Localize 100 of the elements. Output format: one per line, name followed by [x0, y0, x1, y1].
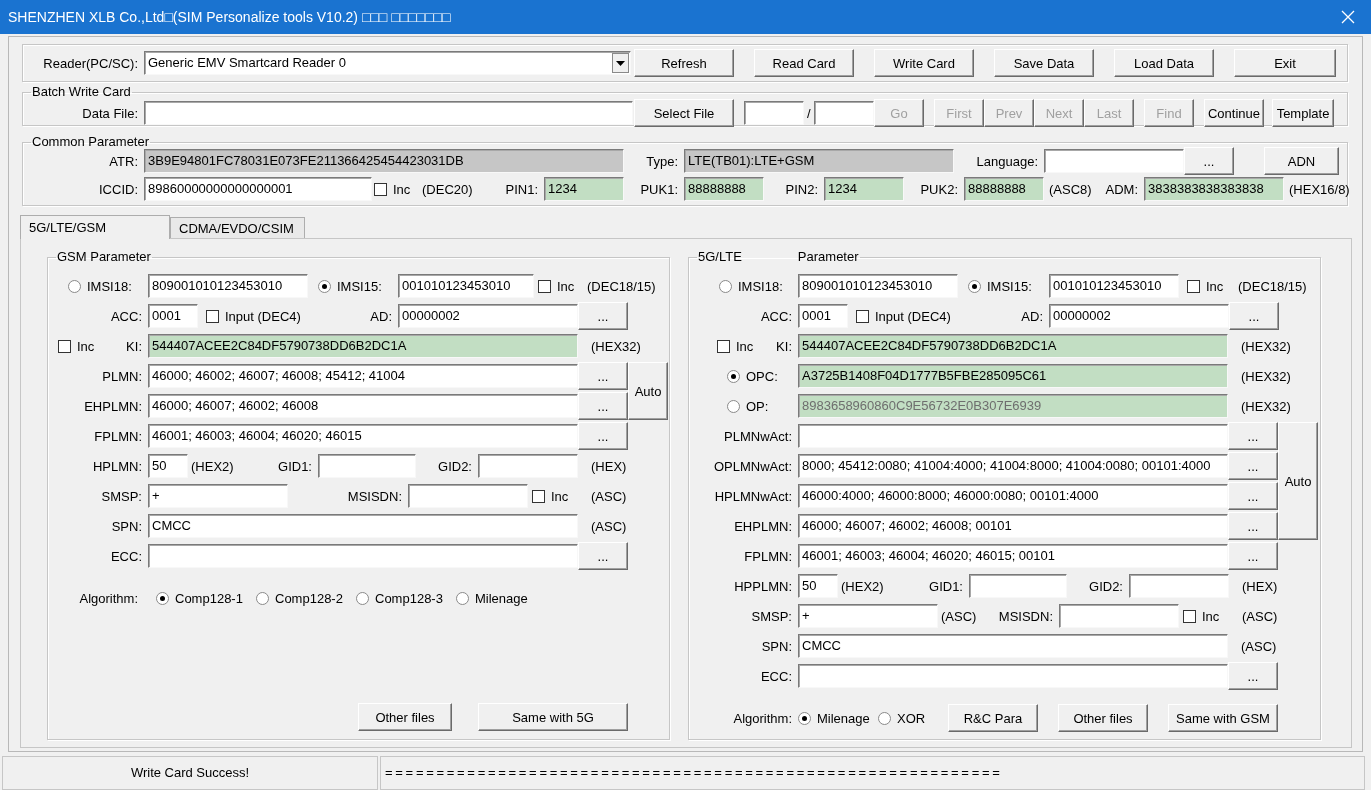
push-button[interactable]: ...: [1228, 482, 1278, 510]
caret-icon[interactable]: [612, 53, 629, 73]
radio-label[interactable]: OP:: [746, 398, 769, 414]
input-field[interactable]: LTE(TB01):LTE+GSM: [684, 149, 954, 173]
checkbox[interactable]: [206, 309, 219, 323]
input-field[interactable]: 88888888: [964, 177, 1044, 201]
input-field[interactable]: 3B9E94801FC78031E073FE211366425454423031DB: [144, 149, 624, 173]
push-button[interactable]: Auto: [1278, 422, 1318, 540]
radio-button[interactable]: [256, 591, 269, 605]
checkbox[interactable]: [717, 339, 730, 353]
checkbox[interactable]: [538, 279, 551, 293]
input-field[interactable]: 88888888: [684, 177, 764, 201]
checkbox[interactable]: [856, 309, 869, 323]
push-button[interactable]: ...: [578, 362, 628, 390]
input-field[interactable]: 46000:4000; 46000:8000; 46000:0080; 00101:4000: [798, 484, 1228, 508]
input-field[interactable]: +: [148, 484, 288, 508]
radio-label[interactable]: IMSI15:: [987, 278, 1032, 294]
push-button[interactable]: ...: [578, 542, 628, 570]
input-field[interactable]: A3725B1408F04D1777B5FBE285095C61: [798, 364, 1228, 388]
push-button[interactable]: ...: [578, 422, 628, 450]
input-field[interactable]: 809001010123453010: [148, 274, 308, 298]
radio-button[interactable]: [456, 591, 469, 605]
push-button[interactable]: ...: [578, 392, 628, 420]
input-field[interactable]: 3838383838383838: [1144, 177, 1284, 201]
checkbox-label[interactable]: Inc: [736, 338, 754, 354]
input-field[interactable]: 46000; 46007; 46002; 46008: [148, 394, 578, 418]
input-field[interactable]: 46000; 46002; 46007; 46008; 45412; 41004: [148, 364, 578, 388]
radio-button[interactable]: [727, 399, 740, 413]
checkbox[interactable]: [532, 489, 545, 503]
radio-button[interactable]: [356, 591, 369, 605]
tab[interactable]: 5G/LTE/GSM: [20, 215, 170, 239]
close-icon[interactable]: [1341, 10, 1355, 24]
checkbox[interactable]: [1183, 609, 1196, 623]
checkbox-label[interactable]: Inc: [393, 181, 411, 197]
radio-label[interactable]: IMSI18:: [87, 278, 132, 294]
radio-button[interactable]: [727, 369, 740, 383]
push-button[interactable]: Auto: [628, 362, 668, 420]
push-button[interactable]: ...: [1228, 452, 1278, 480]
radio-label[interactable]: IMSI15:: [337, 278, 382, 294]
radio-label[interactable]: Comp128-2: [275, 590, 343, 606]
checkbox-label[interactable]: Inc: [1202, 608, 1220, 624]
input-field[interactable]: 50: [148, 454, 188, 478]
input-field[interactable]: [144, 101, 633, 125]
push-button[interactable]: ...: [1184, 147, 1234, 175]
input-field[interactable]: [814, 101, 874, 125]
input-field[interactable]: [318, 454, 416, 478]
checkbox-label[interactable]: Input (DEC4): [875, 308, 951, 324]
input-field[interactable]: 00000002: [1049, 304, 1229, 328]
push-button[interactable]: Other files: [358, 703, 452, 731]
push-button[interactable]: Other files: [1058, 704, 1148, 732]
input-field[interactable]: CMCC: [148, 514, 578, 538]
push-button[interactable]: R&C Para: [948, 704, 1038, 732]
input-field[interactable]: 46001; 46003; 46004; 46020; 46015; 00101: [798, 544, 1228, 568]
input-field[interactable]: [744, 101, 804, 125]
push-button[interactable]: Template: [1272, 99, 1334, 127]
push-button[interactable]: Write Card: [874, 49, 974, 77]
checkbox-label[interactable]: Input (DEC4): [225, 308, 301, 324]
push-button[interactable]: Same with 5G: [478, 703, 628, 731]
input-field[interactable]: 0001: [148, 304, 198, 328]
push-button[interactable]: Load Data: [1114, 49, 1214, 77]
input-field[interactable]: CMCC: [798, 634, 1228, 658]
radio-button[interactable]: [878, 711, 891, 725]
input-field[interactable]: [478, 454, 578, 478]
dropdown-field[interactable]: Generic EMV Smartcard Reader 0: [144, 51, 631, 75]
input-field[interactable]: [798, 424, 1228, 448]
push-button[interactable]: Refresh: [634, 49, 734, 77]
radio-label[interactable]: IMSI18:: [738, 278, 783, 294]
input-field[interactable]: 0001: [798, 304, 848, 328]
input-field[interactable]: [1059, 604, 1179, 628]
input-field[interactable]: 00000002: [398, 304, 578, 328]
push-button[interactable]: ...: [1229, 302, 1279, 330]
input-field[interactable]: [1129, 574, 1229, 598]
push-button[interactable]: ...: [1228, 512, 1278, 540]
checkbox[interactable]: [58, 339, 71, 353]
radio-label[interactable]: OPC:: [746, 368, 778, 384]
radio-label[interactable]: XOR: [897, 710, 926, 726]
checkbox[interactable]: [374, 182, 387, 196]
input-field[interactable]: [969, 574, 1067, 598]
input-field[interactable]: +: [798, 604, 938, 628]
input-field[interactable]: 89860000000000000001: [144, 177, 372, 201]
radio-button[interactable]: [318, 279, 331, 293]
radio-label[interactable]: Milenage: [475, 590, 528, 606]
push-button[interactable]: Read Card: [754, 49, 854, 77]
input-field[interactable]: 8000; 45412:0080; 41004:4000; 41004:8000; 41004:0080; 00101:4000: [798, 454, 1228, 478]
tab[interactable]: CDMA/EVDO/CSIM: [170, 217, 305, 238]
push-button[interactable]: Continue: [1204, 99, 1264, 127]
push-button[interactable]: Exit: [1234, 49, 1336, 77]
checkbox-label[interactable]: Inc: [77, 338, 95, 354]
radio-button[interactable]: [156, 591, 169, 605]
input-field[interactable]: [798, 664, 1228, 688]
checkbox[interactable]: [1187, 279, 1200, 293]
radio-label[interactable]: Milenage: [817, 710, 870, 726]
radio-button[interactable]: [719, 279, 732, 293]
input-field[interactable]: 46000; 46007; 46002; 46008; 00101: [798, 514, 1228, 538]
radio-label[interactable]: Comp128-1: [175, 590, 243, 606]
push-button[interactable]: Same with GSM: [1168, 704, 1278, 732]
checkbox-label[interactable]: Inc: [551, 488, 569, 504]
radio-button[interactable]: [968, 279, 981, 293]
push-button[interactable]: ADN: [1264, 147, 1339, 175]
input-field[interactable]: [148, 544, 578, 568]
